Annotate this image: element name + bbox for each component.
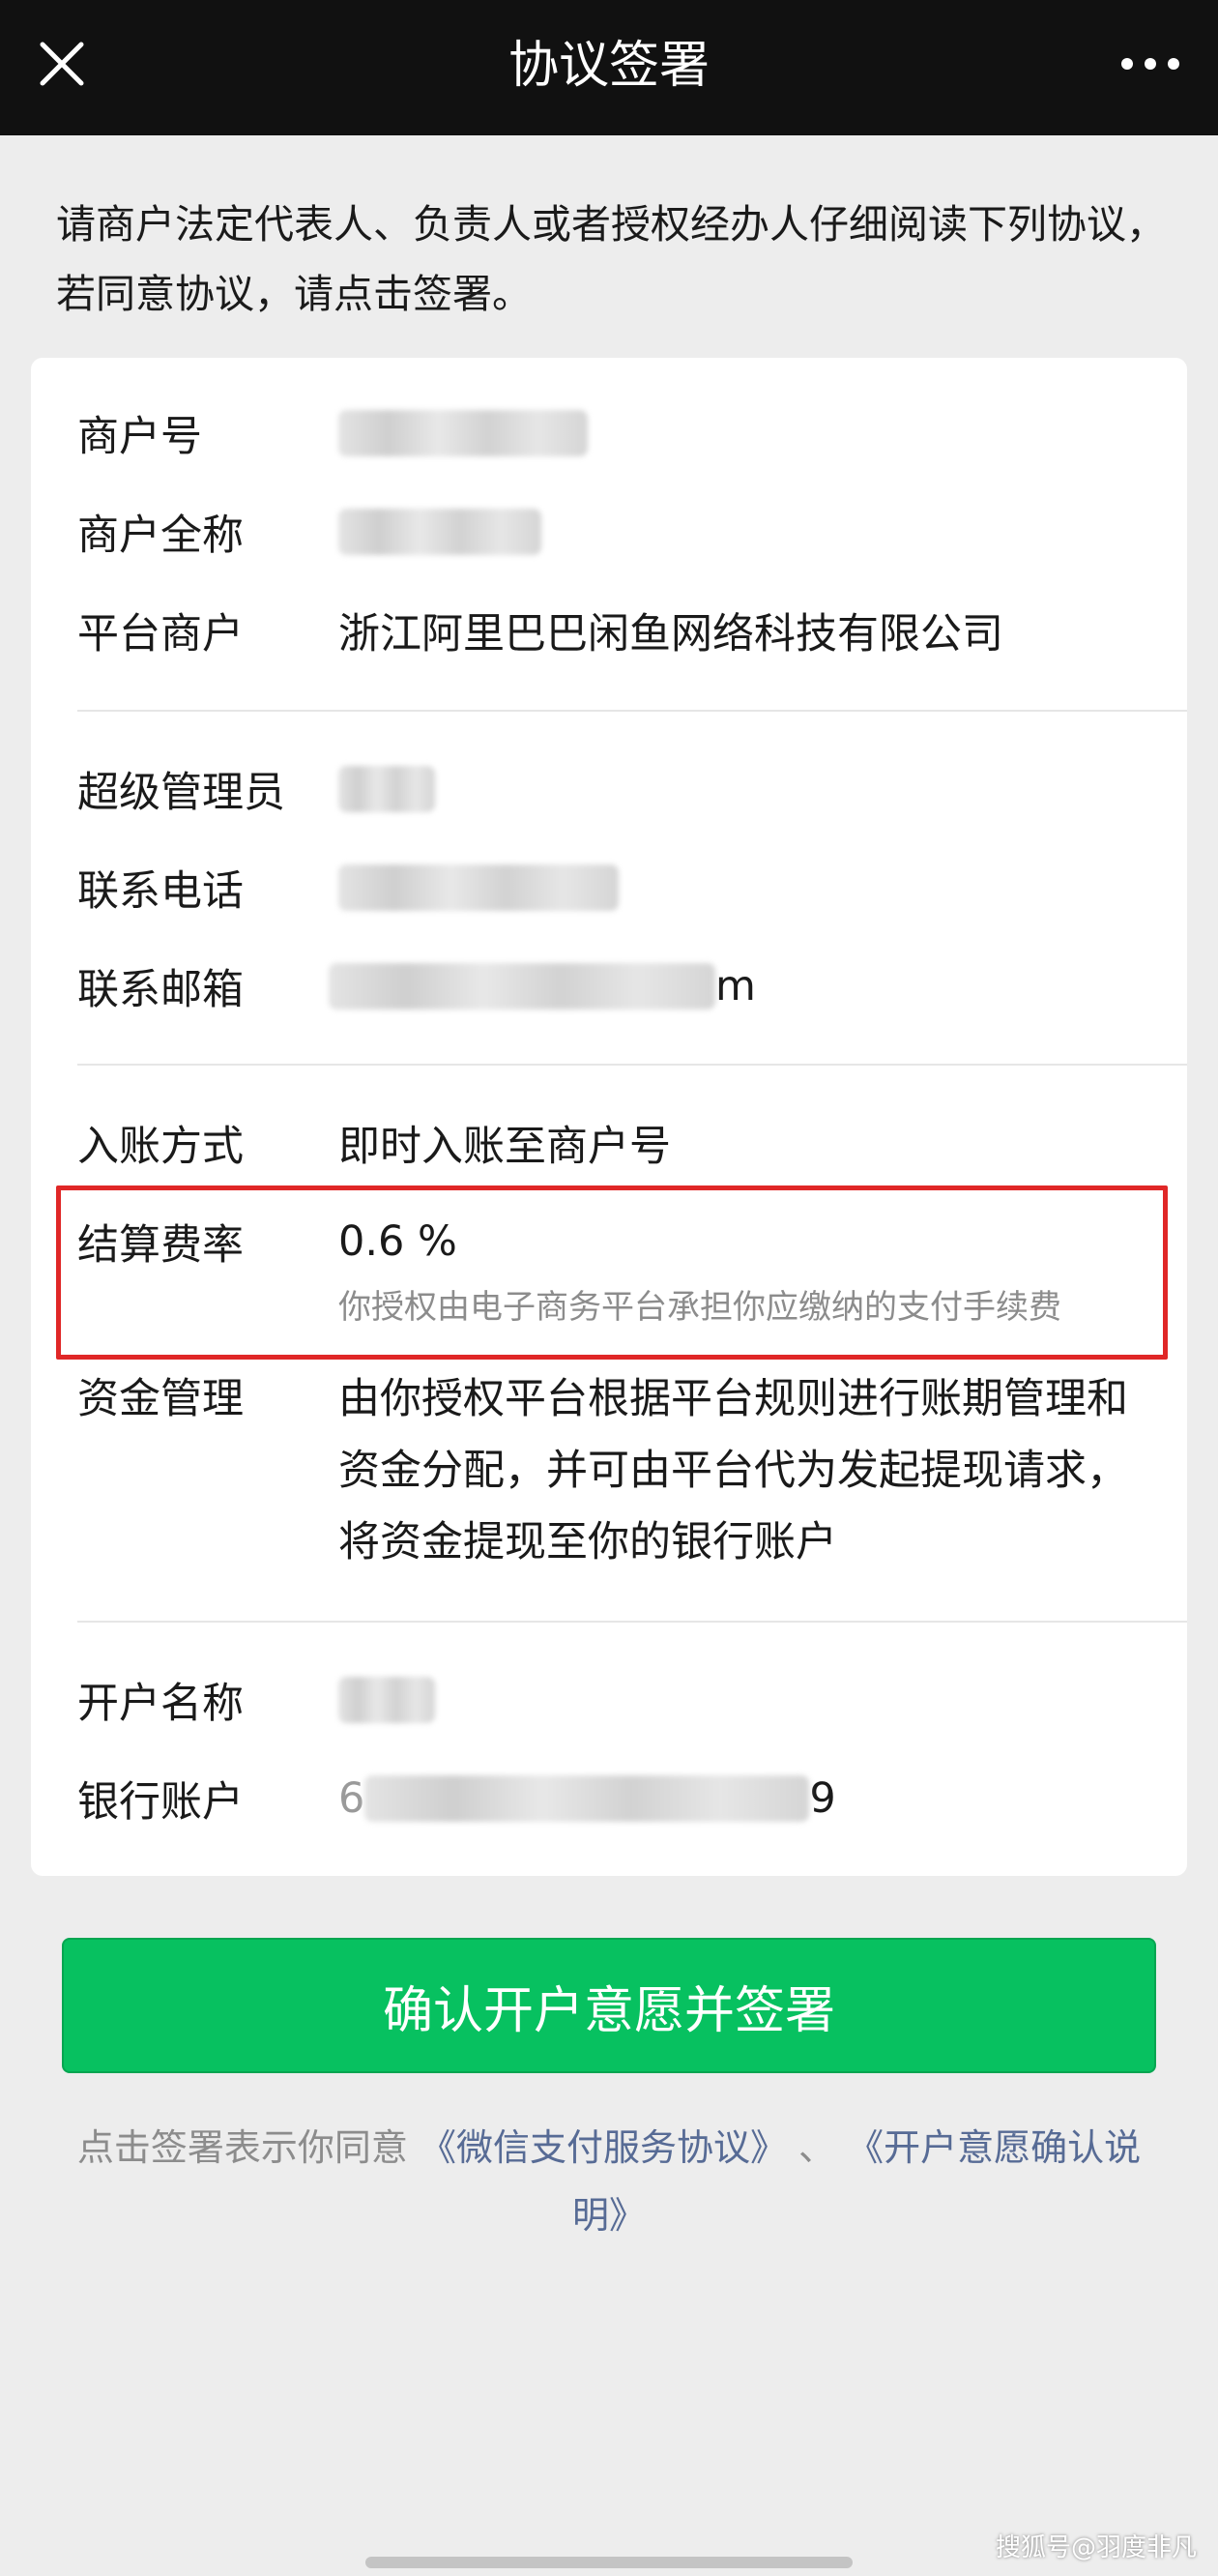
fee-rate-value: 0.6 % [338, 1217, 457, 1266]
bank-account-label: 银行账户 [77, 1778, 244, 1827]
confirm-sign-button[interactable]: 确认开户意愿并签署 [62, 1938, 1156, 2073]
divider [77, 710, 1187, 712]
account-name-row: 开户名称 [77, 1665, 1160, 1735]
merchant-no-label: 商户号 [77, 413, 202, 461]
fund-management-row: 资金管理 由你授权平台根据平台规则进行账期管理和资金分配，并可由平台代为发起提现… [77, 1363, 1160, 1578]
agreement-prefix: 点击签署表示你同意 [76, 2126, 408, 2169]
contact-email-label: 联系邮箱 [77, 966, 244, 1014]
settlement-method-value: 即时入账至商户号 [338, 1123, 671, 1171]
bank-account-masked [364, 1775, 810, 1822]
more-icon [1121, 58, 1179, 70]
nav-bar: 协议签署 [0, 0, 1218, 135]
fee-rate-label: 结算费率 [77, 1221, 244, 1270]
home-indicator[interactable] [365, 2557, 853, 2568]
contact-email-masked [329, 963, 715, 1010]
settlement-method-row: 入账方式 即时入账至商户号 [77, 1108, 1160, 1178]
divider [77, 1621, 1187, 1623]
bank-account-prefix: 6 [338, 1774, 365, 1823]
page-title: 协议签署 [508, 37, 710, 95]
merchant-info-card: 商户号 商户全称 平台商户 浙江阿里巴巴闲鱼网络科技有限公司 超级管理员 联系电… [31, 358, 1187, 1876]
more-button[interactable] [1106, 29, 1195, 99]
divider [77, 1064, 1187, 1066]
platform-merchant-label: 平台商户 [77, 610, 244, 659]
fee-rate-note: 你授权由电子商务平台承担你应缴纳的支付手续费 [338, 1288, 1061, 1327]
contact-email-suffix: m [715, 962, 756, 1010]
merchant-name-label: 商户全称 [77, 512, 244, 560]
wechat-pay-agreement-link[interactable]: 《微信支付服务协议》 [420, 2126, 787, 2169]
merchant-no-masked [338, 410, 588, 456]
merchant-name-masked [338, 509, 541, 555]
fund-management-value: 由你授权平台根据平台规则进行账期管理和资金分配，并可由平台代为发起提现请求，将资… [338, 1375, 1128, 1566]
contact-email-row: 联系邮箱 m [77, 951, 1160, 1021]
account-name-masked [338, 1677, 435, 1723]
account-name-label: 开户名称 [77, 1680, 244, 1728]
settlement-method-label: 入账方式 [77, 1123, 244, 1171]
platform-merchant-row: 平台商户 浙江阿里巴巴闲鱼网络科技有限公司 [77, 596, 1160, 665]
contact-phone-label: 联系电话 [77, 867, 244, 916]
intro-text: 请商户法定代表人、负责人或者授权经办人仔细阅读下列协议，若同意协议，请点击签署。 [56, 201, 1166, 317]
contact-phone-masked [338, 864, 619, 911]
super-admin-masked [338, 766, 435, 812]
contact-phone-row: 联系电话 [77, 853, 1160, 922]
merchant-name-row: 商户全称 [77, 497, 1160, 567]
bank-account-suffix: 9 [809, 1774, 836, 1823]
agreement-text: 点击签署表示你同意 《微信支付服务协议》 、 《开户意愿确认说明》 [58, 2114, 1160, 2249]
agreement-separator: 、 [798, 2126, 836, 2169]
fee-rate-row: 结算费率 0.6 % [77, 1207, 1160, 1276]
fund-management-label: 资金管理 [77, 1375, 244, 1423]
super-admin-label: 超级管理员 [77, 769, 285, 817]
platform-merchant-value: 浙江阿里巴巴闲鱼网络科技有限公司 [338, 610, 1003, 659]
bank-account-row: 银行账户 6 9 [77, 1764, 1160, 1833]
super-admin-row: 超级管理员 [77, 754, 1160, 824]
watermark: 搜狐号@羽度非凡 [995, 2533, 1197, 2562]
merchant-no-row: 商户号 [77, 398, 1160, 468]
